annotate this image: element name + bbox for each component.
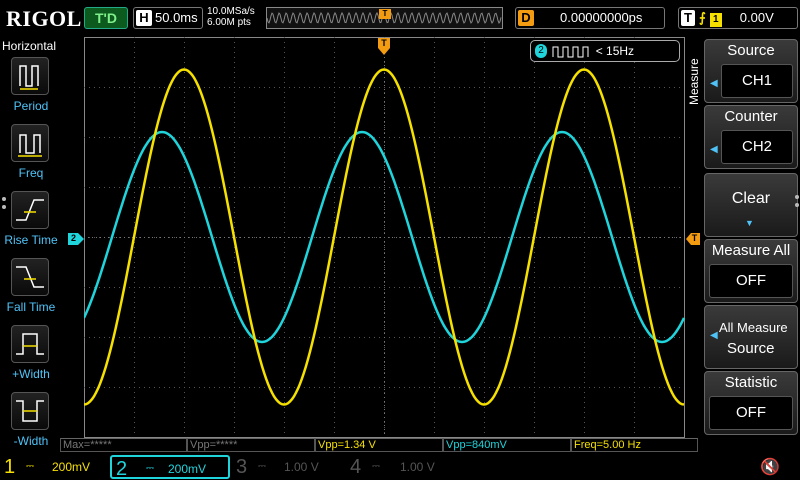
rise-time-icon [11,191,49,229]
period-icon [11,57,49,95]
channel-4-tab[interactable]: 4 ⎓ 1.00 V [346,455,456,479]
statistic-softkey[interactable]: Statistic OFF [704,371,798,435]
channel-scale: 200mV [52,460,91,474]
counter-badge: 2 < 15Hz [530,40,680,62]
channel-number: 1 [4,456,16,478]
delay-box[interactable]: D 0.00000000ps [515,7,665,29]
left-arrow-icon: ◀ [710,78,718,89]
ch2-offset-marker[interactable]: 2 [68,232,84,245]
source-softkey[interactable]: Source ◀ CH1 [704,39,798,103]
brand-logo: RIGOL [6,6,82,31]
measure-all-softkey[interactable]: Measure All OFF [704,239,798,303]
horizontal-measure-menu: Horizontal Period Freq Rise Time Fall Ti… [0,37,62,453]
trigger-label: T [681,10,695,26]
source-value: CH1 [721,64,793,98]
all-measure-source-line1: All Measure [719,320,788,335]
measure-neg-width-button[interactable]: -Width [0,390,62,454]
counter-value: CH2 [721,130,793,164]
counter-readout: < 15Hz [595,44,635,58]
dc-coupling-icon: ⎓ [258,461,266,472]
rising-edge-icon: ⨍ [699,10,706,25]
pos-width-icon [11,325,49,363]
measure-all-value: OFF [709,264,793,298]
measurement-item: Vpp=1.34 V [315,438,443,452]
measurement-item: Freq=5.00 Hz [571,438,698,452]
square-wave-icon [552,46,589,58]
channel-scale: 1.00 V [400,460,435,474]
left-menu-title: Horizontal [2,39,57,53]
measurement-results-bar: Max=***** Vpp=***** Vpp=1.34 V Vpp=840mV… [60,438,700,452]
freq-icon [11,124,49,162]
measure-freq-button[interactable]: Freq [0,122,62,186]
left-arrow-icon: ◀ [710,144,718,155]
sound-muted-icon[interactable]: 🔇 [760,457,780,477]
counter-softkey[interactable]: Counter ◀ CH2 [704,105,798,169]
waveform-grid [84,37,685,438]
statistic-value: OFF [709,396,793,430]
channel-scale: 200mV [168,462,207,476]
measure-menu-title: Measure [687,58,701,105]
counter-channel-badge: 2 [535,44,547,58]
sample-rate: 10.0MSa/s [207,6,255,17]
channel-3-tab[interactable]: 3 ⎓ 1.00 V [232,455,344,479]
channel-1-tab[interactable]: 1 ⎓ 200mV [0,455,108,479]
dc-coupling-icon: ⎓ [26,461,34,472]
left-arrow-icon: ◀ [710,330,718,341]
trigger-position-marker[interactable]: T [378,38,390,56]
acquisition-info: 10.0MSa/s 6.00M pts [207,6,255,28]
measure-fall-time-button[interactable]: Fall Time [0,256,62,320]
fall-time-label: Fall Time [6,300,56,314]
right-menu-page-dots [795,195,799,207]
measurement-item: Max=***** [60,438,187,452]
neg-width-icon [11,392,49,430]
channel-number: 2 [116,458,128,480]
measurement-item: Vpp=840mV [443,438,571,452]
delay-value: 0.00000000ps [560,10,643,25]
measure-rise-time-button[interactable]: Rise Time [0,189,62,253]
trigger-status-badge: T'D [84,7,128,29]
down-arrow-icon: ▼ [745,218,754,228]
delay-label: D [518,10,534,26]
trigger-source-badge: 1 [709,13,722,27]
measure-all-title: Measure All [711,242,791,259]
all-measure-source-line2: Source [727,340,775,357]
pos-width-label: +Width [12,367,50,381]
timebase-value: 50.0ms [155,10,198,25]
measure-pos-width-button[interactable]: +Width [0,323,62,387]
clear-softkey[interactable]: Clear ▼ [704,173,798,237]
channel-number: 3 [236,456,248,478]
clear-title: Clear [731,190,771,207]
trigger-level: 0.00V [739,10,774,25]
channel-2-tab[interactable]: 2 ⎓ 200mV [110,455,230,480]
channel-bar: 1 ⎓ 200mV 2 ⎓ 200mV 3 ⎓ 1.00 V 4 ⎓ 1.00 … [0,453,800,480]
all-measure-source-softkey[interactable]: ◀ All Measure Source [704,305,798,369]
freq-label: Freq [18,166,44,180]
memory-depth: 6.00M pts [207,17,251,28]
source-title: Source [727,42,775,59]
statistic-title: Statistic [724,374,778,391]
measurement-item: Vpp=***** [187,438,315,452]
neg-width-label: -Width [13,434,49,448]
top-status-bar: RIGOL T'D H 50.0ms 10.0MSa/s 6.00M pts T … [0,0,800,37]
horizontal-timebase-box[interactable]: H 50.0ms [133,7,203,29]
trigger-level-marker[interactable]: T [686,232,700,245]
waveform-display[interactable] [84,37,685,438]
rise-time-label: Rise Time [4,233,58,247]
channel-number: 4 [350,456,362,478]
channel-scale: 1.00 V [284,460,319,474]
trigger-box[interactable]: T ⨍ 1 0.00V [678,7,798,29]
measure-period-button[interactable]: Period [0,55,62,119]
counter-title: Counter [724,108,778,125]
measure-softkey-menu: Source ◀ CH1 Counter ◀ CH2 Clear ▼ Measu… [700,37,800,453]
memory-overview-bar[interactable]: T [266,7,503,29]
dc-coupling-icon: ⎓ [146,463,154,474]
horizontal-label: H [136,10,152,26]
period-label: Period [13,99,49,113]
fall-time-icon [11,258,49,296]
memory-trigger-marker: T [379,9,391,19]
dc-coupling-icon: ⎓ [372,461,380,472]
